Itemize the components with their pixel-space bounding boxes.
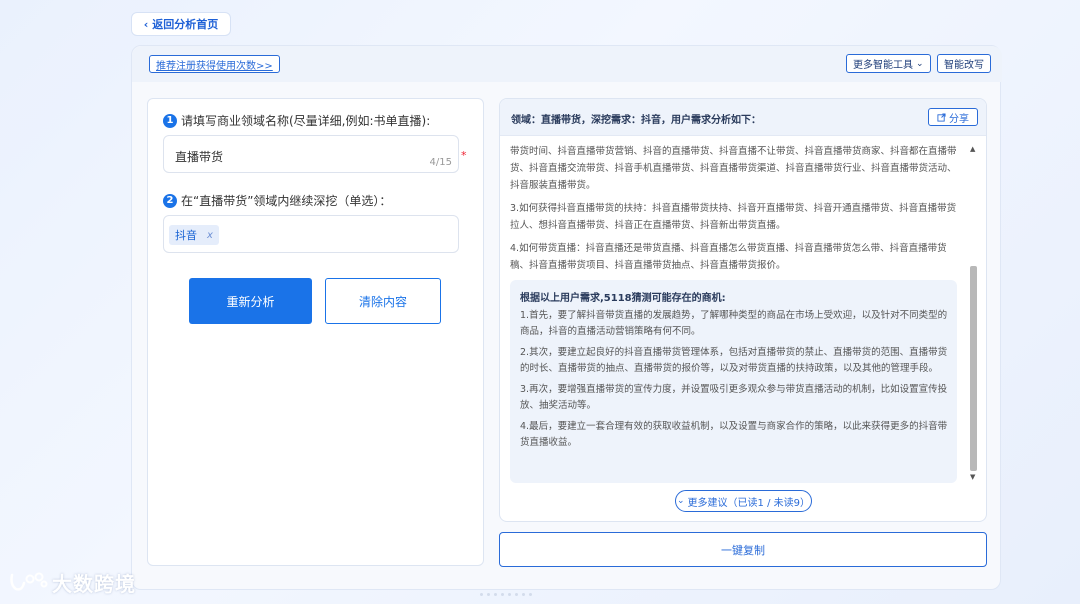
top-toolbar: 推荐注册获得使用次数>> 更多智能工具 ⌄ 智能改写 <box>132 46 1002 82</box>
result-scrollbar[interactable]: ▲ ▼ <box>968 143 979 483</box>
step2-number: 2 <box>163 193 177 208</box>
result-panel: 领域：直播带货，深挖需求：抖音，用户需求分析如下： 分享 带货时间、抖音直播带货… <box>499 98 987 522</box>
reanalyze-button[interactable]: 重新分析 <box>189 278 312 324</box>
chevron-left-icon: ‹ <box>143 17 149 31</box>
business-title: 根据以上用户需求,5118猜测可能存在的商机: <box>520 293 726 304</box>
dot <box>515 593 518 596</box>
domain-name-value: 直播带货 <box>175 150 224 164</box>
business-content: 1.首先，要了解抖音带货直播的发展趋势，了解哪种类型的商品在市场上受欢迎，以及针… <box>520 308 950 456</box>
business-paragraph: 2.其次，要建立起良好的抖音直播带货管理体系，包括对直播带货的禁止、直播带货的范… <box>520 347 948 374</box>
step2-label: 2 在“直播带货”领域内继续深挖（单选）： <box>163 192 391 209</box>
input-panel: 1 请填写商业领域名称(尽量详细,例如:书单直播): 直播带货 4/15 * 2… <box>147 98 484 566</box>
share-label: 分享 <box>949 113 969 125</box>
register-link[interactable]: 推荐注册获得使用次数>> <box>149 55 280 73</box>
business-paragraph: 1.首先，要了解抖音带货直播的发展趋势，了解哪种类型的商品在市场上受欢迎，以及针… <box>520 310 948 337</box>
tag-close-icon[interactable]: x <box>207 230 213 241</box>
main-card: 推荐注册获得使用次数>> 更多智能工具 ⌄ 智能改写 1 请填写商业领域名称(尽… <box>131 45 1002 590</box>
back-button-label: 返回分析首页 <box>152 18 219 31</box>
selected-tag: 抖音 x <box>169 225 219 245</box>
business-opportunity-box: 根据以上用户需求,5118猜测可能存在的商机: 1.首先，要了解抖音带货直播的发… <box>510 280 957 483</box>
copy-all-button[interactable]: 一键复制 <box>499 532 987 567</box>
share-icon <box>937 112 946 122</box>
brand-logo: 大数跨境 <box>8 567 136 597</box>
business-paragraph: 4.最后，要建立一套合理有效的获取收益机制，以及设置与商家合作的策略，以此来获得… <box>520 421 948 448</box>
step1-text: 请填写商业领域名称(尽量详细,例如:书单直播): <box>181 114 431 128</box>
clear-button[interactable]: 清除内容 <box>325 278 441 324</box>
back-button[interactable]: ‹ 返回分析首页 <box>131 12 231 36</box>
logo-text: 大数跨境 <box>52 571 136 596</box>
dot <box>501 593 504 596</box>
more-suggestions-button[interactable]: ⌄ 更多建议（已读1 / 未读9） <box>675 490 812 512</box>
business-paragraph: 3.再次，要增强直播带货的宣传力度，并设置吸引更多观众参与带货直播活动的机制，比… <box>520 384 948 411</box>
scroll-up-icon[interactable]: ▲ <box>970 145 975 153</box>
step2-text: 在“直播带货”领域内继续深挖（单选）： <box>181 194 392 208</box>
result-paragraph: 带货时间、抖音直播带货营销、抖音的直播带货、抖音直播不让带货、抖音直播带货商家、… <box>510 146 957 191</box>
sub-domain-select[interactable]: 抖音 x <box>163 215 459 253</box>
domain-name-input[interactable]: 直播带货 4/15 <box>163 135 459 173</box>
dot <box>487 593 490 596</box>
result-header: 领域：直播带货，深挖需求：抖音，用户需求分析如下： 分享 <box>500 99 986 136</box>
more-suggestions-label: 更多建议（已读1 / 未读9） <box>687 497 810 509</box>
tag-label: 抖音 <box>175 229 197 242</box>
dot <box>529 593 532 596</box>
more-tools-label: 更多智能工具 <box>853 60 913 71</box>
required-mark: * <box>461 149 467 162</box>
step1-number: 1 <box>163 113 177 128</box>
dot <box>508 593 511 596</box>
scroll-thumb[interactable] <box>970 266 977 471</box>
chevron-down-icon: ⌄ <box>916 58 924 69</box>
char-count: 4/15 <box>429 157 452 168</box>
smart-rewrite-button[interactable]: 智能改写 <box>937 54 991 73</box>
dot <box>480 593 483 596</box>
step1-label: 1 请填写商业领域名称(尽量详细,例如:书单直播): <box>163 112 430 129</box>
logo-icon <box>10 572 48 591</box>
decorative-dots <box>480 593 532 596</box>
share-button[interactable]: 分享 <box>928 108 978 126</box>
result-paragraph: 4.如何带货直播：抖音直播还是带货直播、抖音直播怎么带货直播、抖音直播带货怎么带… <box>510 243 947 271</box>
dot <box>522 593 525 596</box>
more-tools-button[interactable]: 更多智能工具 ⌄ <box>846 54 931 73</box>
result-content: 带货时间、抖音直播带货营销、抖音的直播带货、抖音直播不让带货、抖音直播带货商家、… <box>510 143 958 280</box>
scroll-down-icon[interactable]: ▼ <box>970 473 975 481</box>
dot <box>494 593 497 596</box>
chevron-down-icon: ⌄ <box>677 496 685 506</box>
result-paragraph: 3.如何获得抖音直播带货的扶持：抖音直播带货扶持、抖音开直播带货、抖音开通直播带… <box>510 203 957 231</box>
result-title: 领域：直播带货，深挖需求：抖音，用户需求分析如下： <box>511 115 761 126</box>
